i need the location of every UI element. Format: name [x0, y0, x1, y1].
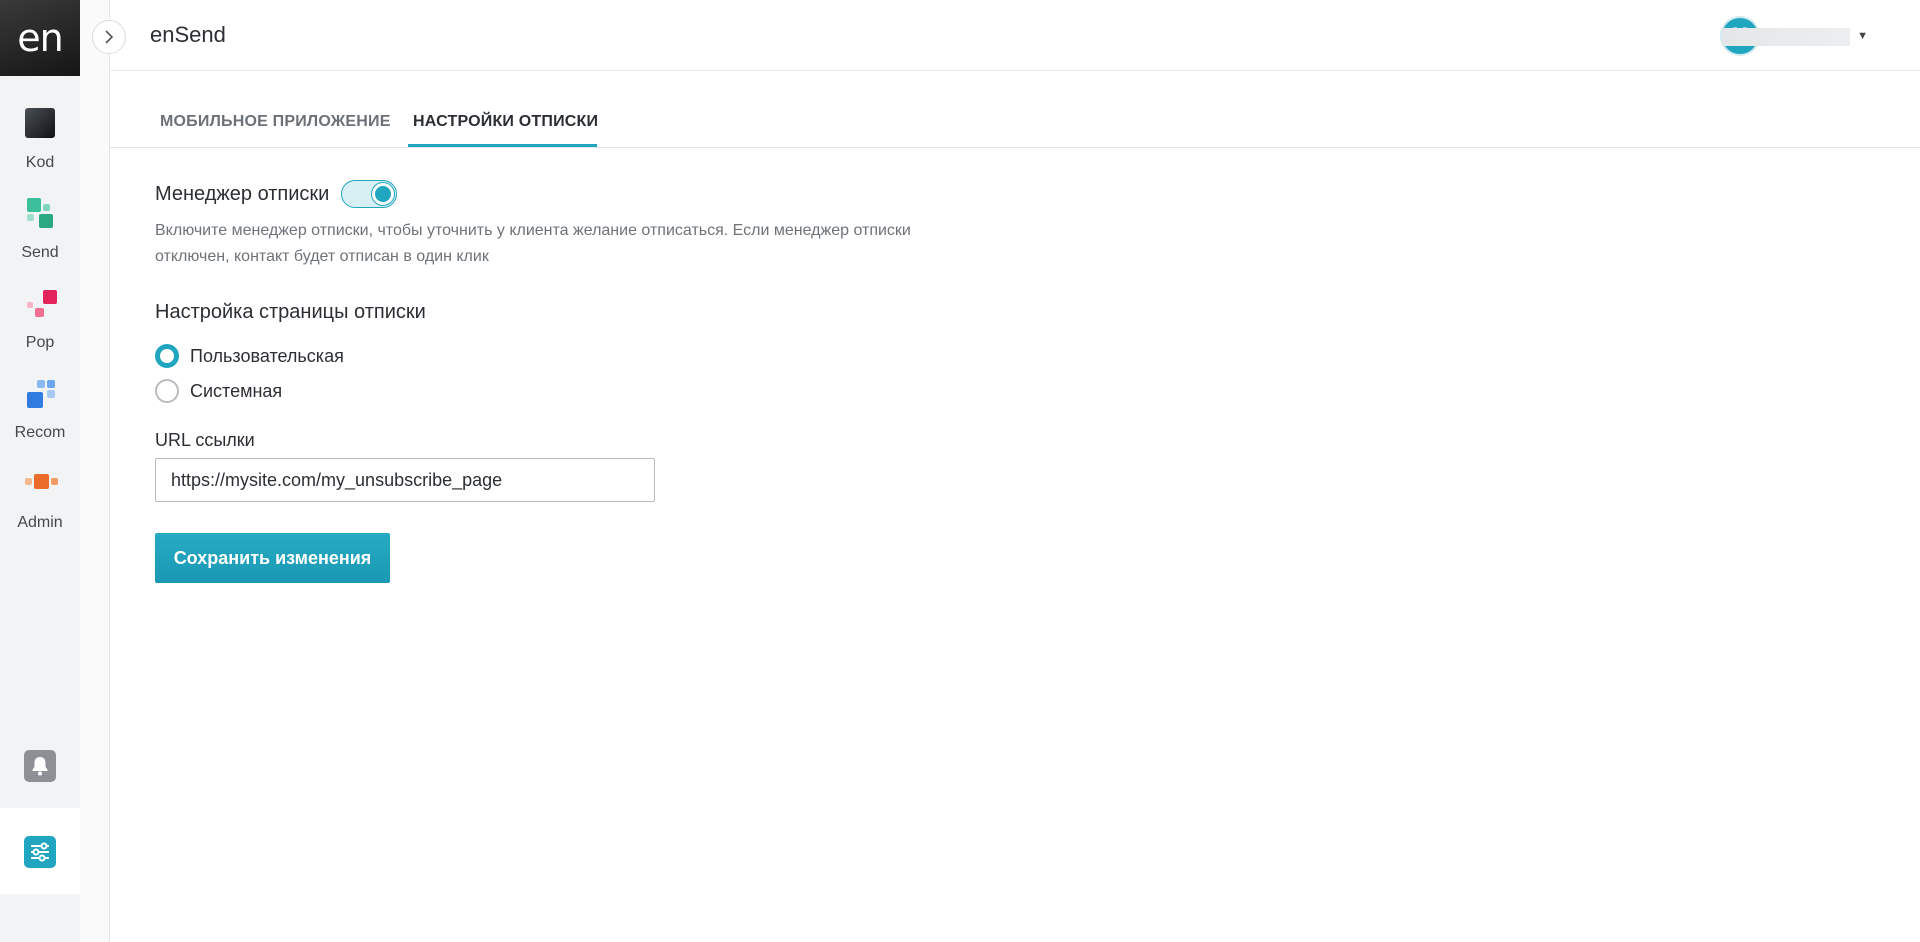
- tab-unsubscribe-settings[interactable]: НАСТРОЙКИ ОТПИСКИ: [413, 113, 598, 131]
- tab-bar: МОБИЛЬНОЕ ПРИЛОЖЕНИЕ НАСТРОЙКИ ОТПИСКИ: [110, 71, 1920, 148]
- radio-label: Системная: [190, 380, 283, 401]
- kod-icon: [23, 108, 57, 142]
- rail-item-send[interactable]: Send: [0, 198, 80, 278]
- page-settings-title: Настройка страницы отписки: [155, 301, 426, 323]
- radio-option-system[interactable]: Системная: [155, 379, 282, 403]
- rail-item-label: Recom: [14, 424, 66, 441]
- unsubscribe-manager-description: Включите менеджер отписки, чтобы уточнит…: [155, 222, 911, 265]
- rail-item-pop[interactable]: Pop: [0, 288, 80, 368]
- send-icon: [23, 198, 57, 232]
- active-tab-indicator: [408, 144, 597, 147]
- app-logo[interactable]: en: [0, 0, 80, 76]
- unsubscribe-manager-row: Менеджер отписки: [155, 180, 398, 208]
- rail-item-label: Pop: [25, 334, 55, 351]
- logo-text: en: [17, 16, 63, 60]
- notifications-bell-icon[interactable]: [24, 750, 56, 782]
- radio-button-checked[interactable]: [155, 344, 179, 368]
- radio-button[interactable]: [155, 379, 179, 403]
- tab-mobile-app[interactable]: МОБИЛЬНОЕ ПРИЛОЖЕНИЕ: [160, 113, 391, 131]
- rail-item-recom[interactable]: Recom: [0, 378, 80, 458]
- rail-item-admin[interactable]: Admin: [0, 468, 80, 548]
- admin-icon: [23, 468, 58, 502]
- pop-icon: [23, 288, 57, 322]
- radio-label: Пользовательская: [190, 345, 344, 366]
- settings-sliders-icon[interactable]: [24, 836, 56, 868]
- collapsed-submenu-strip: [80, 0, 110, 942]
- url-field-label: URL ссылки: [155, 430, 255, 450]
- rail-item-label: Send: [21, 244, 59, 261]
- save-changes-button[interactable]: Сохранить изменения: [155, 533, 390, 583]
- recom-icon: [23, 378, 57, 412]
- radio-option-custom[interactable]: Пользовательская: [155, 344, 344, 368]
- top-header: enSend M ▼: [110, 0, 1920, 71]
- url-input[interactable]: [155, 458, 655, 502]
- rail-item-kod[interactable]: Kod: [0, 108, 80, 188]
- unsubscribe-manager-title: Менеджер отписки: [155, 182, 330, 205]
- rail-item-label: Kod: [25, 154, 55, 171]
- left-nav-rail: en Kod Send Pop Recom Admin: [0, 0, 80, 942]
- app-title: enSend: [150, 22, 226, 47]
- username-redacted[interactable]: [1722, 28, 1850, 46]
- unsubscribe-manager-toggle[interactable]: [341, 180, 398, 208]
- user-menu-caret-icon[interactable]: ▼: [1857, 30, 1868, 42]
- rail-item-label: Admin: [17, 514, 63, 531]
- toggle-knob: [372, 183, 395, 205]
